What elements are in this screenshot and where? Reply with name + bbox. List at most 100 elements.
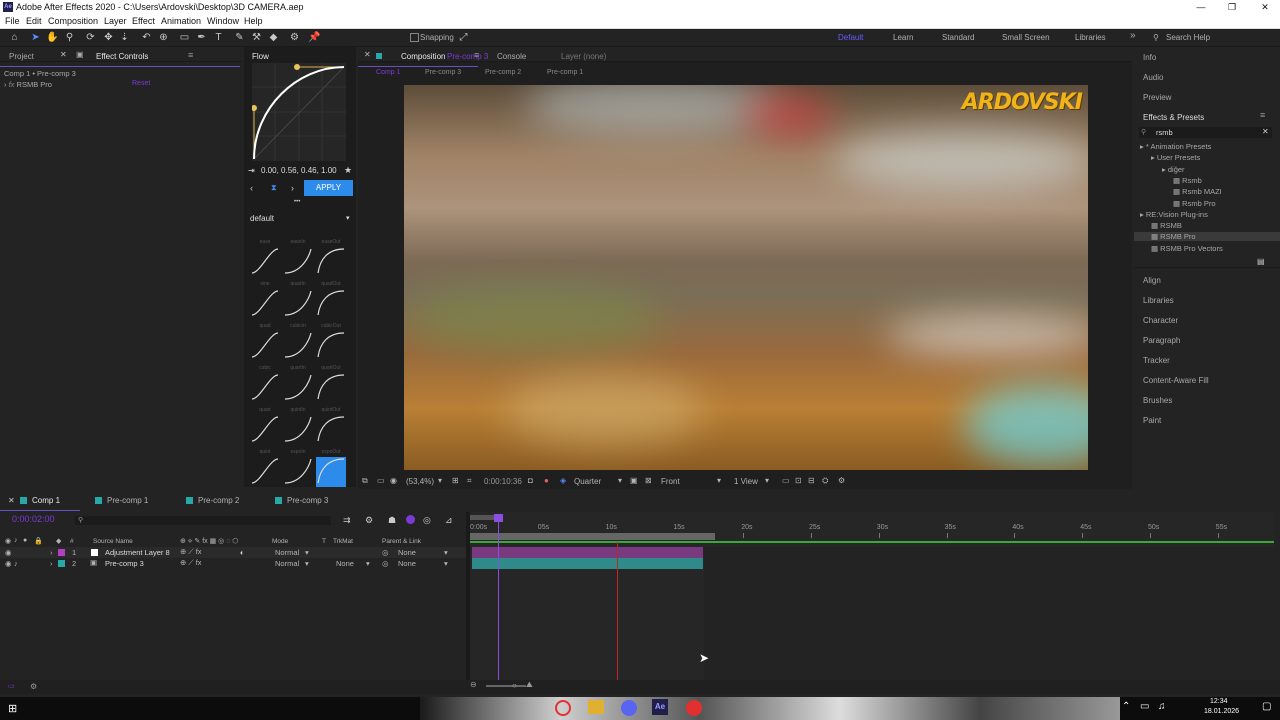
clear-search-icon[interactable]: ✕ [1262, 127, 1269, 136]
search-help-field[interactable]: Search Help [1166, 33, 1210, 42]
type-tool-icon[interactable]: T [212, 31, 225, 44]
workspace-libraries[interactable]: Libraries [1075, 33, 1106, 42]
tray-chevron-up-icon[interactable]: ⌃ [1122, 701, 1130, 712]
layer-name[interactable]: Adjustment Layer 8 [105, 548, 170, 557]
fx-badge[interactable]: fx [9, 80, 15, 89]
opera-icon[interactable] [555, 700, 571, 716]
layer-mode[interactable]: Normal [275, 548, 299, 557]
panel-content-aware-fill[interactable]: Content-Aware Fill [1143, 376, 1209, 385]
favorite-star-icon[interactable]: ★ [344, 165, 352, 176]
chevron-down-icon[interactable]: ▾ [305, 559, 309, 568]
workspace-small-screen[interactable]: Small Screen [1002, 33, 1050, 42]
pen-tool-icon[interactable]: ✒ [195, 31, 208, 44]
panel-paint[interactable]: Paint [1143, 416, 1161, 425]
graph-editor-icon[interactable]: ⊿ [445, 515, 453, 526]
file-explorer-icon[interactable] [588, 700, 604, 714]
audio-icon[interactable]: ♪ [14, 537, 18, 544]
video-frame[interactable]: ARDOVSKI [404, 85, 1088, 470]
comp-name-link[interactable]: Pre-comp 3 [447, 52, 488, 61]
preset-expoOut[interactable] [316, 457, 346, 487]
label-icon[interactable]: ◆ [56, 537, 61, 545]
panel-brushes[interactable]: Brushes [1143, 396, 1172, 405]
workspace-standard[interactable]: Standard [942, 33, 974, 42]
adjustment-layer-bar[interactable] [472, 547, 703, 558]
layer-trkmat[interactable]: None [336, 559, 354, 568]
visibility-icon[interactable]: ◉ [5, 537, 11, 545]
layer-switches[interactable]: ⊕ ⟋ fx [180, 558, 202, 568]
preset-quartOut[interactable] [316, 373, 346, 403]
tab-comp1[interactable]: Comp 1 [20, 496, 60, 505]
windows-start-icon[interactable]: ⊞ [8, 702, 17, 715]
maximize-button[interactable]: ❐ [1220, 1, 1244, 13]
region-icon[interactable]: ⌗ [467, 476, 472, 486]
panel-preview[interactable]: Preview [1143, 93, 1171, 102]
breadcrumb-precomp2[interactable]: Pre-comp 2 [485, 69, 521, 76]
eraser-tool-icon[interactable]: ◆ [267, 31, 280, 44]
tray-network-icon[interactable]: ▭ [1140, 701, 1149, 712]
roto-brush-icon[interactable]: ⚙ [288, 31, 301, 44]
grid-icon[interactable]: ⊞ [452, 476, 459, 485]
lock-icon[interactable]: ▣ [76, 50, 84, 59]
chevron-down-icon[interactable]: ▾ [765, 476, 769, 485]
apply-button[interactable]: APPLY [304, 180, 353, 196]
panel-audio[interactable]: Audio [1143, 73, 1163, 82]
workspace-learn[interactable]: Learn [893, 33, 913, 42]
work-area-bar[interactable] [470, 541, 1274, 543]
chevron-down-icon[interactable]: ▾ [438, 476, 442, 485]
motion-blur-icon[interactable]: ◎ [423, 515, 431, 526]
tree-item--animation-presets[interactable]: ▸ * Animation Presets [1134, 142, 1276, 151]
close-tab-icon[interactable]: ✕ [8, 496, 15, 505]
zoom-tool-icon[interactable]: ⚲ [63, 31, 76, 44]
tray-volume-icon[interactable]: ♫ [1158, 701, 1166, 712]
show-channel-icon[interactable]: ● [544, 476, 549, 485]
rotation-tool-icon[interactable]: ↶ [140, 31, 153, 44]
tab-precomp3[interactable]: Pre-comp 3 [275, 496, 328, 505]
chevron-down-icon[interactable]: ▾ [618, 476, 622, 485]
precomp-layer-bar[interactable] [472, 558, 703, 569]
lock-icon[interactable]: 🔒 [34, 537, 43, 545]
preset-quadOut[interactable] [316, 289, 346, 319]
timeline-icon[interactable]: ⊡ [795, 476, 802, 485]
zoom-readout[interactable]: (53,4%) [406, 477, 434, 486]
puppet-pin-icon[interactable]: 📌 [308, 31, 321, 44]
adjustment-switch-icon[interactable]: ◐ [240, 548, 245, 557]
always-preview-icon[interactable]: ⧉ [362, 476, 368, 486]
menu-window[interactable]: Window [207, 16, 239, 26]
effect-row-rsmb-pro[interactable]: › fx RSMB Pro [4, 80, 52, 89]
current-time-display[interactable]: 0:00:02:00 [12, 514, 55, 524]
settings-icon[interactable]: ⚙ [30, 682, 37, 691]
preset-quadIn[interactable] [283, 289, 313, 319]
playhead-handle[interactable] [494, 514, 503, 522]
zoom-slider-thumb-icon[interactable]: ○ [512, 681, 517, 690]
preset-cubic[interactable] [250, 373, 280, 403]
bezier-curve-editor[interactable] [251, 63, 346, 161]
snapshot-camera-icon[interactable]: ◘ [528, 476, 533, 485]
tab-console[interactable]: Console [497, 52, 526, 61]
tree-item-rsmb[interactable]: ▦ Rsmb [1134, 176, 1280, 185]
clock-date[interactable]: 18.01.2026 [1204, 708, 1239, 715]
comp-mini-flowchart-icon[interactable]: ⇉ [343, 515, 351, 526]
preset-group-dropdown[interactable]: default [250, 214, 274, 223]
clone-stamp-icon[interactable]: ⚒ [250, 31, 263, 44]
breadcrumb-comp1[interactable]: Comp 1 [376, 69, 401, 76]
snap-options-icon[interactable]: ⤢ [457, 31, 470, 44]
chevron-down-icon[interactable]: ▾ [717, 476, 721, 485]
menu-edit[interactable]: Edit [26, 16, 42, 26]
color-management-icon[interactable]: ◈ [560, 476, 566, 485]
tab-effect-controls[interactable]: Effect Controls [96, 52, 148, 61]
settings-icon[interactable]: ⚙ [838, 476, 845, 485]
panel-libraries[interactable]: Libraries [1143, 296, 1174, 305]
switches-icon[interactable]: ⊕ ⟡ ✎ fx ▦ ◎ ◌ ⬡ [180, 537, 238, 546]
panel-menu-icon[interactable]: ≡ [474, 50, 479, 60]
preset-cubicIn[interactable] [283, 331, 313, 361]
panel-paragraph[interactable]: Paragraph [1143, 336, 1180, 345]
more-options-icon[interactable]: ••• [294, 199, 300, 205]
ease-mode-icon[interactable]: ⧗ [271, 183, 277, 193]
preset-quint[interactable] [250, 457, 280, 487]
close-tab-icon[interactable]: ✕ [364, 50, 371, 59]
expand-arrow-icon[interactable]: › [4, 80, 7, 89]
pan-behind-icon[interactable]: ⊕ [157, 31, 170, 44]
zoom-out-icon[interactable]: ⊖ [470, 680, 477, 689]
workspace-overflow-icon[interactable]: » [1130, 30, 1136, 41]
tree-item-rsmb[interactable]: ▦ RSMB [1134, 221, 1280, 230]
